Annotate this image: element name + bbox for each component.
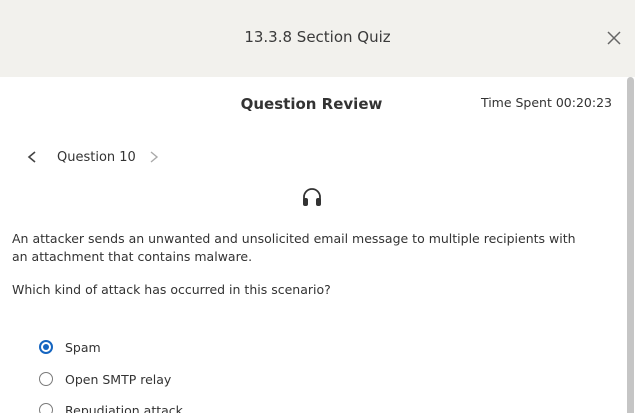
answer-label: Spam: [65, 339, 101, 355]
close-icon[interactable]: [602, 26, 626, 50]
radio-unselected[interactable]: [39, 403, 53, 413]
chevron-left-icon[interactable]: [24, 148, 40, 166]
quiz-window: 13.3.8 Section Quiz Question Review Time…: [0, 0, 635, 413]
chevron-right-icon[interactable]: [146, 148, 162, 166]
headphones-icon[interactable]: [301, 186, 323, 208]
question-number: Question 10: [57, 150, 136, 165]
answer-option[interactable]: Spam: [39, 337, 101, 357]
answer-label: Open SMTP relay: [65, 371, 172, 387]
time-spent: Time Spent 00:20:23: [480, 95, 612, 110]
window-header: 13.3.8 Section Quiz: [0, 0, 635, 77]
radio-selected[interactable]: [39, 340, 53, 354]
window-title: 13.3.8 Section Quiz: [244, 28, 391, 46]
question-text: An attacker sends an unwanted and unsoli…: [12, 231, 576, 264]
scrollbar-thumb[interactable]: [627, 77, 634, 413]
answer-label: Repudiation attack: [65, 402, 183, 413]
answer-option[interactable]: Open SMTP relay: [39, 369, 171, 389]
radio-unselected[interactable]: [39, 372, 53, 386]
answer-option[interactable]: Repudiation attack: [39, 400, 183, 413]
question-prompt: Which kind of attack has occurred in thi…: [12, 282, 331, 297]
